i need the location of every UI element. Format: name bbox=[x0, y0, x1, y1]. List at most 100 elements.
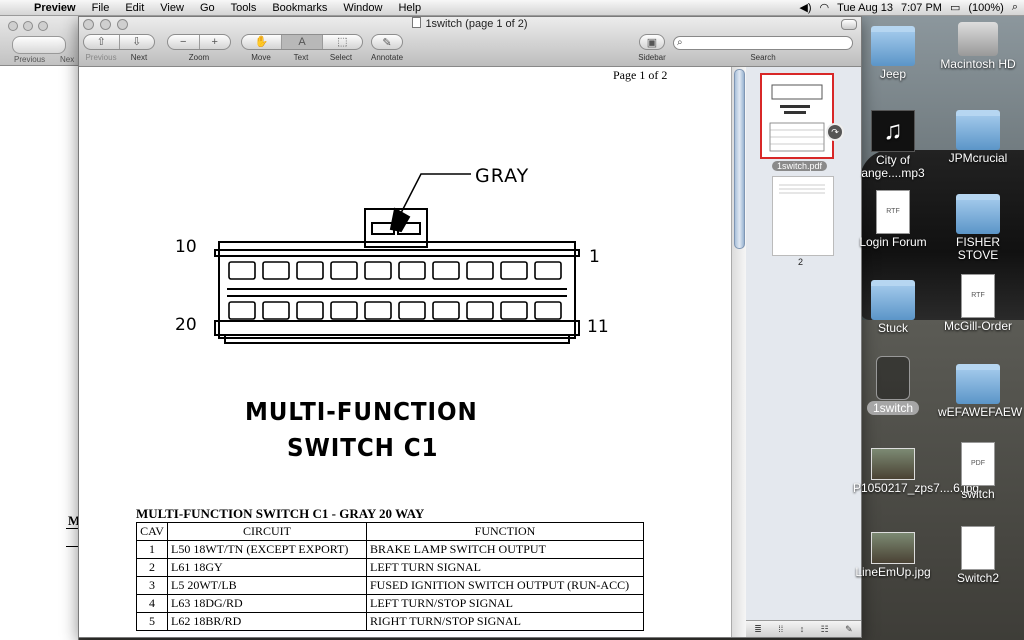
desktop-icon-fisher-stove[interactable]: FISHER STOVE bbox=[938, 194, 1018, 262]
desktop-icon-mcgill-order[interactable]: RTF McGill-Order bbox=[938, 274, 1018, 333]
document-icon bbox=[961, 526, 995, 570]
battery-percent: (100%) bbox=[968, 1, 1004, 14]
desktop-icon-stuck[interactable]: Stuck bbox=[853, 280, 933, 335]
menu-preview[interactable]: Preview bbox=[34, 2, 76, 14]
pdf-document-icon: PDF bbox=[961, 442, 995, 486]
view-scroll-icon[interactable]: ↕ bbox=[800, 624, 805, 634]
menu-file[interactable]: File bbox=[92, 2, 110, 14]
thumbnail-action-icon[interactable]: ↷ bbox=[826, 123, 844, 141]
bg-prev-next-button[interactable] bbox=[12, 36, 66, 54]
window-titlebar[interactable]: 1switch (page 1 of 2) ⇧ ⇩ Previous Next … bbox=[79, 17, 861, 67]
bg-table-line bbox=[66, 528, 78, 529]
spotlight-icon[interactable]: ⌕ bbox=[1012, 1, 1018, 14]
cell-function: FUSED IGNITION SWITCH OUTPUT (RUN-ACC) bbox=[366, 576, 644, 595]
desktop-icon-login-forum[interactable]: RTF Login Forum bbox=[853, 190, 933, 249]
move-tool-button[interactable]: ✋ bbox=[242, 35, 281, 49]
menu-bookmarks[interactable]: Bookmarks bbox=[272, 2, 327, 14]
battery-icon[interactable]: ▭ bbox=[950, 1, 960, 14]
hand-icon: ✋ bbox=[254, 36, 269, 48]
table-row: 3 L5 20WT/LB FUSED IGNITION SWITCH OUTPU… bbox=[136, 576, 644, 595]
desktop-icon-lineemup[interactable]: LineEmUp.jpg bbox=[853, 532, 933, 579]
scrollbar-thumb[interactable] bbox=[734, 69, 745, 249]
document-view[interactable]: Page 1 of 2 GRAY 10 1 20 11 MULTI-FUNCTI… bbox=[79, 67, 731, 637]
menu-edit[interactable]: Edit bbox=[125, 2, 144, 14]
view-list-icon[interactable]: ≣ bbox=[754, 624, 762, 635]
select-tool-button[interactable]: ⬚ bbox=[321, 35, 362, 49]
menu-window[interactable]: Window bbox=[343, 2, 382, 14]
view-table-icon[interactable]: ☷ bbox=[821, 624, 829, 635]
page-thumbnail-2[interactable] bbox=[772, 176, 834, 256]
table-row: 2 L61 18GY LEFT TURN SIGNAL bbox=[136, 558, 644, 577]
zoom-out-button[interactable]: − bbox=[168, 35, 199, 49]
bg-table-line bbox=[66, 546, 78, 547]
cell-function: LEFT TURN/STOP SIGNAL bbox=[366, 594, 644, 613]
zoom-control: − + bbox=[167, 34, 231, 50]
table-title: MULTI-FUNCTION SWITCH C1 - GRAY 20 WAY bbox=[136, 506, 425, 521]
volume-icon[interactable]: ◀) bbox=[799, 1, 811, 14]
search-icon: ⌕ bbox=[677, 37, 683, 48]
document-proxy-icon[interactable] bbox=[412, 17, 422, 28]
desktop-icon-mp3[interactable]: ♫ City of ange....mp3 bbox=[853, 110, 933, 180]
window-title: 1switch (page 1 of 2) bbox=[425, 18, 528, 30]
desktop-icon-p1050217[interactable]: P1050217_zps7....6.jpg bbox=[853, 448, 979, 495]
cell-function: BRAKE LAMP SWITCH OUTPUT bbox=[366, 540, 644, 559]
next-button[interactable]: ⇩ bbox=[118, 35, 155, 49]
folder-icon bbox=[956, 110, 1000, 150]
desktop-icon-wefawefaew[interactable]: wEFAWEFAEW bbox=[938, 364, 1022, 419]
background-window[interactable]: Previous Nex M bbox=[0, 16, 80, 640]
zoom-in-button[interactable]: + bbox=[198, 35, 231, 49]
clock-time[interactable]: 7:07 PM bbox=[901, 2, 942, 14]
bg-zoom-button[interactable] bbox=[38, 21, 48, 31]
pin-label-11: 11 bbox=[587, 317, 609, 337]
folder-icon bbox=[871, 280, 915, 320]
bg-minimize-button[interactable] bbox=[23, 21, 33, 31]
bg-next-label: Nex bbox=[60, 55, 75, 64]
desktop-icon-label: wEFAWEFAEW bbox=[938, 405, 1023, 419]
desktop-icon-macintosh-hd[interactable]: Macintosh HD bbox=[938, 22, 1018, 71]
view-grid-icon[interactable]: ⁞⁞ bbox=[778, 624, 783, 634]
thumbnail-1-label: 1switch.pdf bbox=[772, 161, 828, 171]
desktop-icon-label: 1switch bbox=[866, 401, 919, 415]
desktop-icon-label: Switch2 bbox=[956, 571, 1000, 585]
prev-next-control: ⇧ ⇩ bbox=[83, 34, 155, 50]
desktop-icon-1switch[interactable]: 1switch bbox=[853, 356, 933, 415]
page-thumbnail-1[interactable] bbox=[760, 73, 834, 159]
rtf-document-icon: RTF bbox=[961, 274, 995, 318]
search-field[interactable]: ⌕ bbox=[673, 36, 853, 50]
menu-go[interactable]: Go bbox=[200, 2, 215, 14]
menu-help[interactable]: Help bbox=[398, 2, 421, 14]
text-tool-button[interactable]: A bbox=[281, 35, 322, 49]
annotate-button[interactable]: ✎ bbox=[371, 34, 403, 50]
annotate-sidebar-icon[interactable]: ✎ bbox=[845, 624, 853, 635]
table-row: 5 L62 18BR/RD RIGHT TURN/STOP SIGNAL bbox=[136, 612, 644, 631]
document-scrollbar[interactable] bbox=[731, 67, 746, 637]
menu-bar: Preview File Edit View Go Tools Bookmark… bbox=[0, 0, 1024, 16]
cell-circuit: L50 18WT/TN (EXCEPT EXPORT) bbox=[167, 540, 367, 559]
diagram-title-line1: MULTI-FUNCTION bbox=[245, 397, 478, 426]
cell-circuit: L61 18GY bbox=[167, 558, 367, 577]
desktop-icon-switch[interactable]: PDF switch bbox=[938, 442, 1018, 501]
menu-tools[interactable]: Tools bbox=[231, 2, 257, 14]
desktop-icon-jeep[interactable]: Jeep bbox=[853, 26, 933, 81]
bg-close-button[interactable] bbox=[8, 21, 18, 31]
table-row: 1 L50 18WT/TN (EXCEPT EXPORT) BRAKE LAMP… bbox=[136, 540, 644, 559]
cell-circuit: L5 20WT/LB bbox=[167, 576, 367, 595]
clock-date[interactable]: Tue Aug 13 bbox=[837, 2, 893, 14]
preview-window[interactable]: 1switch (page 1 of 2) ⇧ ⇩ Previous Next … bbox=[78, 16, 862, 638]
sidebar-button[interactable]: ▣ bbox=[639, 34, 665, 50]
marquee-icon: ⬚ bbox=[337, 36, 348, 48]
menu-view[interactable]: View bbox=[160, 2, 184, 14]
desktop-icon-jpmcrucial[interactable]: JPMcrucial bbox=[938, 110, 1018, 165]
diagram-title-line2: SWITCH C1 bbox=[287, 433, 439, 462]
thumbnail-sidebar[interactable]: ↷ 1switch.pdf 2 ≣ ⁞⁞ ↕ ☷ ✎ bbox=[746, 67, 861, 637]
select-label: Select bbox=[329, 53, 353, 62]
previous-button[interactable]: ⇧ bbox=[84, 35, 119, 49]
desktop-icon-label: Login Forum bbox=[859, 235, 927, 249]
pdf-document-icon bbox=[876, 356, 910, 400]
desktop-icon-label: Stuck bbox=[877, 321, 908, 335]
wifi-icon[interactable]: ◠ bbox=[820, 1, 830, 14]
pin-label-1: 1 bbox=[589, 247, 600, 267]
desktop-icon-switch2[interactable]: Switch2 bbox=[938, 526, 1018, 585]
thumbnail-2-preview bbox=[779, 184, 825, 194]
move-label: Move bbox=[251, 53, 271, 62]
